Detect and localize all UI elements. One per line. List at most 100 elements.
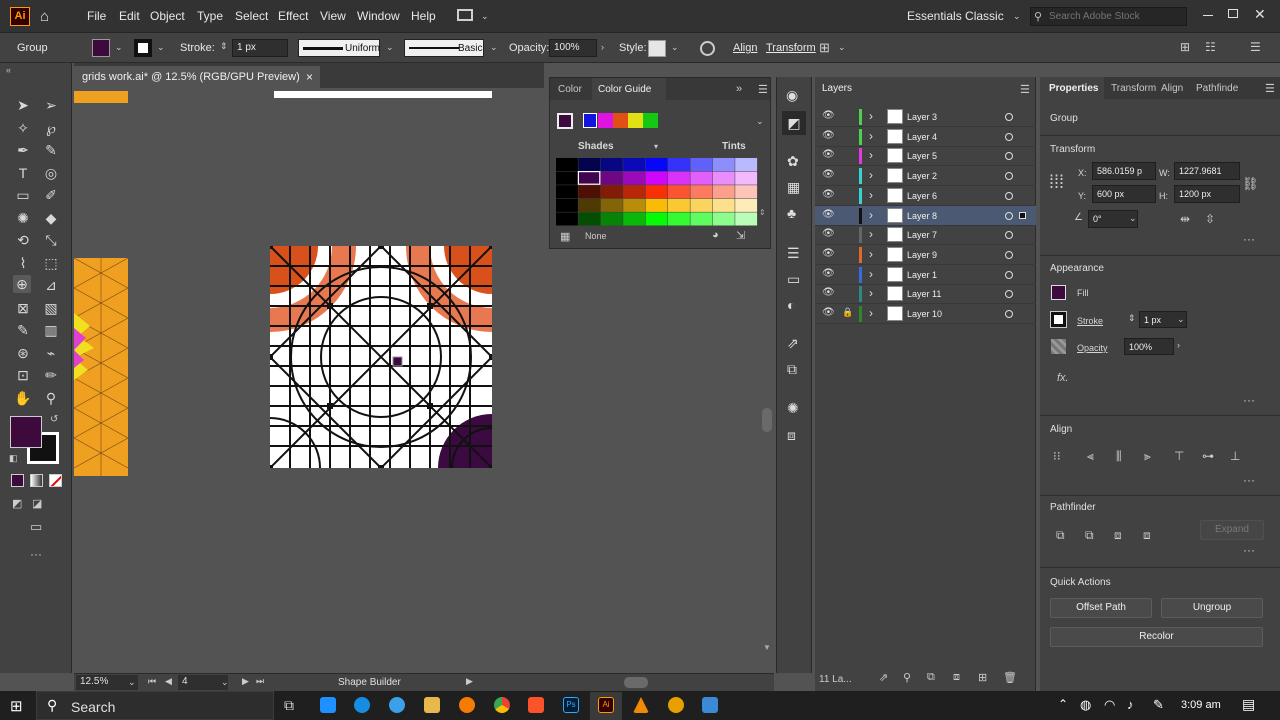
menu-effect[interactable]: Effect: [278, 9, 308, 23]
menu-type[interactable]: Type: [197, 9, 223, 23]
clipping-mask-icon[interactable]: ⧉: [927, 671, 935, 684]
save-group-icon[interactable]: ⇲: [736, 229, 745, 242]
recolor-button[interactable]: Recolor: [1050, 627, 1263, 647]
previous-artboard-icon[interactable]: ◀: [165, 676, 172, 687]
menu-select[interactable]: Select: [235, 9, 268, 23]
target-circle-icon[interactable]: [1005, 310, 1013, 318]
flip-horizontal-icon[interactable]: ⇹: [1180, 212, 1190, 226]
color-variation-swatch[interactable]: [578, 171, 601, 185]
tab-color[interactable]: Color: [558, 84, 582, 95]
status-menu-icon[interactable]: ▶: [466, 676, 473, 687]
align-left-icon[interactable]: ⫷: [1087, 449, 1094, 464]
opacity-field[interactable]: 100%: [549, 39, 597, 57]
target-circle-icon[interactable]: [1005, 211, 1013, 220]
notifications-icon[interactable]: ▤: [1242, 696, 1255, 713]
photoshop-icon[interactable]: Ps: [563, 697, 579, 713]
close-window-button[interactable]: ✕: [1254, 6, 1266, 23]
locate-object-icon[interactable]: ⚲: [903, 671, 911, 684]
visibility-eye-icon[interactable]: 👁: [822, 130, 835, 141]
new-sublayer-icon[interactable]: ⧈: [953, 671, 960, 684]
menu-view[interactable]: View: [320, 9, 346, 23]
search-input[interactable]: [1049, 9, 1185, 24]
color-variation-swatch[interactable]: [645, 198, 668, 212]
panel-options-icon[interactable]: ☷: [1205, 40, 1216, 54]
shape-builder-artwork[interactable]: [270, 246, 492, 468]
chevron-down-icon[interactable]: ⌄: [838, 42, 846, 53]
appearance-panel-icon[interactable]: ◉: [786, 87, 798, 104]
zoom-tool-icon[interactable]: ⚲: [42, 389, 60, 407]
more-tools-icon[interactable]: ···: [30, 547, 42, 561]
color-guide-panel-icon[interactable]: ◩: [782, 111, 806, 135]
windows-start-icon[interactable]: ⊞: [10, 697, 23, 715]
color-variation-swatch[interactable]: [735, 212, 758, 226]
harmony-swatch[interactable]: [643, 113, 658, 128]
color-variation-swatch[interactable]: [556, 212, 578, 226]
close-tab-icon[interactable]: ×: [306, 70, 313, 84]
selection-indicator[interactable]: [1019, 211, 1026, 219]
color-variation-swatch[interactable]: [735, 185, 758, 199]
color-variation-swatch[interactable]: [600, 212, 623, 226]
ms-store-icon[interactable]: [320, 697, 336, 713]
chevron-down-icon[interactable]: ⌄: [481, 11, 489, 22]
illustrator-logo[interactable]: Ai: [10, 7, 30, 26]
expand-chevron-icon[interactable]: ›: [869, 168, 873, 182]
chevron-down-icon[interactable]: ⌄: [115, 42, 123, 53]
color-variation-swatch[interactable]: [735, 198, 758, 212]
symbols-panel-icon[interactable]: ♣: [787, 205, 796, 221]
chevron-down-icon[interactable]: ⌄: [671, 42, 679, 53]
slice-tool-icon[interactable]: ⌁: [42, 344, 60, 362]
stock-search[interactable]: ⚲: [1030, 7, 1187, 26]
chevron-down-icon[interactable]: ⌄: [157, 42, 165, 53]
constrain-proportions-icon[interactable]: ⛓: [1242, 176, 1259, 192]
layer-name[interactable]: Layer 7: [907, 230, 937, 240]
expand-chevron-icon[interactable]: ›: [869, 306, 873, 320]
target-circle-icon[interactable]: [1005, 113, 1013, 121]
grid-scroll-icon[interactable]: ⇕: [759, 208, 766, 217]
brave-icon[interactable]: [528, 697, 544, 713]
color-variation-swatch[interactable]: [645, 212, 668, 226]
color-variation-swatch[interactable]: [623, 158, 646, 172]
color-variation-swatch[interactable]: [623, 198, 646, 212]
expand-chevron-icon[interactable]: ›: [869, 188, 873, 202]
fill-mode-none-icon[interactable]: [49, 474, 62, 487]
chevron-down-icon[interactable]: ⌄: [128, 677, 136, 688]
lock-icon[interactable]: 🔒: [842, 307, 853, 318]
tab-color-guide[interactable]: Color Guide: [592, 78, 666, 100]
chevron-down-icon[interactable]: ⌄: [386, 42, 394, 53]
target-circle-icon[interactable]: [1005, 270, 1013, 279]
color-variations-grid[interactable]: [556, 158, 758, 226]
edit-colors-icon[interactable]: ▦: [560, 230, 570, 243]
layer-row[interactable]: 👁 › Layer 5: [815, 146, 1036, 167]
swatches-panel-icon[interactable]: ▦: [787, 179, 800, 196]
menu-help[interactable]: Help: [411, 9, 436, 23]
brushes-panel-icon[interactable]: ✿: [787, 153, 799, 170]
align-horizontal-center-icon[interactable]: ⫼: [1116, 449, 1122, 464]
intersect-icon[interactable]: ⧈: [1114, 528, 1122, 543]
minus-front-icon[interactable]: ⧉: [1085, 528, 1094, 543]
collapse-icon[interactable]: «: [6, 65, 11, 75]
expand-chevron-icon[interactable]: ›: [869, 109, 873, 123]
color-variation-swatch[interactable]: [556, 171, 578, 185]
curvature-tool-icon[interactable]: ✎: [42, 141, 60, 159]
symbol-sprayer-tool-icon[interactable]: ⊛: [14, 344, 32, 362]
chevron-down-icon[interactable]: ⌄: [1177, 314, 1185, 325]
fill-mode-color-icon[interactable]: [11, 474, 24, 487]
horizontal-scrollbar[interactable]: [624, 677, 648, 688]
expand-chevron-icon[interactable]: ›: [869, 247, 873, 261]
color-variation-swatch[interactable]: [578, 198, 601, 212]
wifi-icon[interactable]: ◠: [1104, 697, 1115, 713]
scale-tool-icon[interactable]: ⤡: [42, 231, 60, 249]
more-options-icon[interactable]: ···: [1243, 232, 1255, 246]
color-variation-swatch[interactable]: [668, 198, 690, 212]
color-variation-swatch[interactable]: [600, 171, 623, 185]
chrome-icon[interactable]: [494, 697, 510, 713]
layers-tab[interactable]: Layers: [822, 83, 852, 94]
more-options-icon[interactable]: ···: [1243, 543, 1255, 557]
chevron-down-icon[interactable]: ⌄: [490, 42, 498, 53]
gradient-tool-icon[interactable]: ▧: [42, 299, 60, 317]
offset-path-button[interactable]: Offset Path: [1050, 598, 1152, 618]
layer-row[interactable]: 👁 › Layer 6: [815, 186, 1036, 206]
free-transform-tool-icon[interactable]: ⬚: [42, 254, 60, 272]
recolor-icon[interactable]: ◕: [712, 229, 719, 241]
visibility-eye-icon[interactable]: 👁: [822, 149, 835, 160]
